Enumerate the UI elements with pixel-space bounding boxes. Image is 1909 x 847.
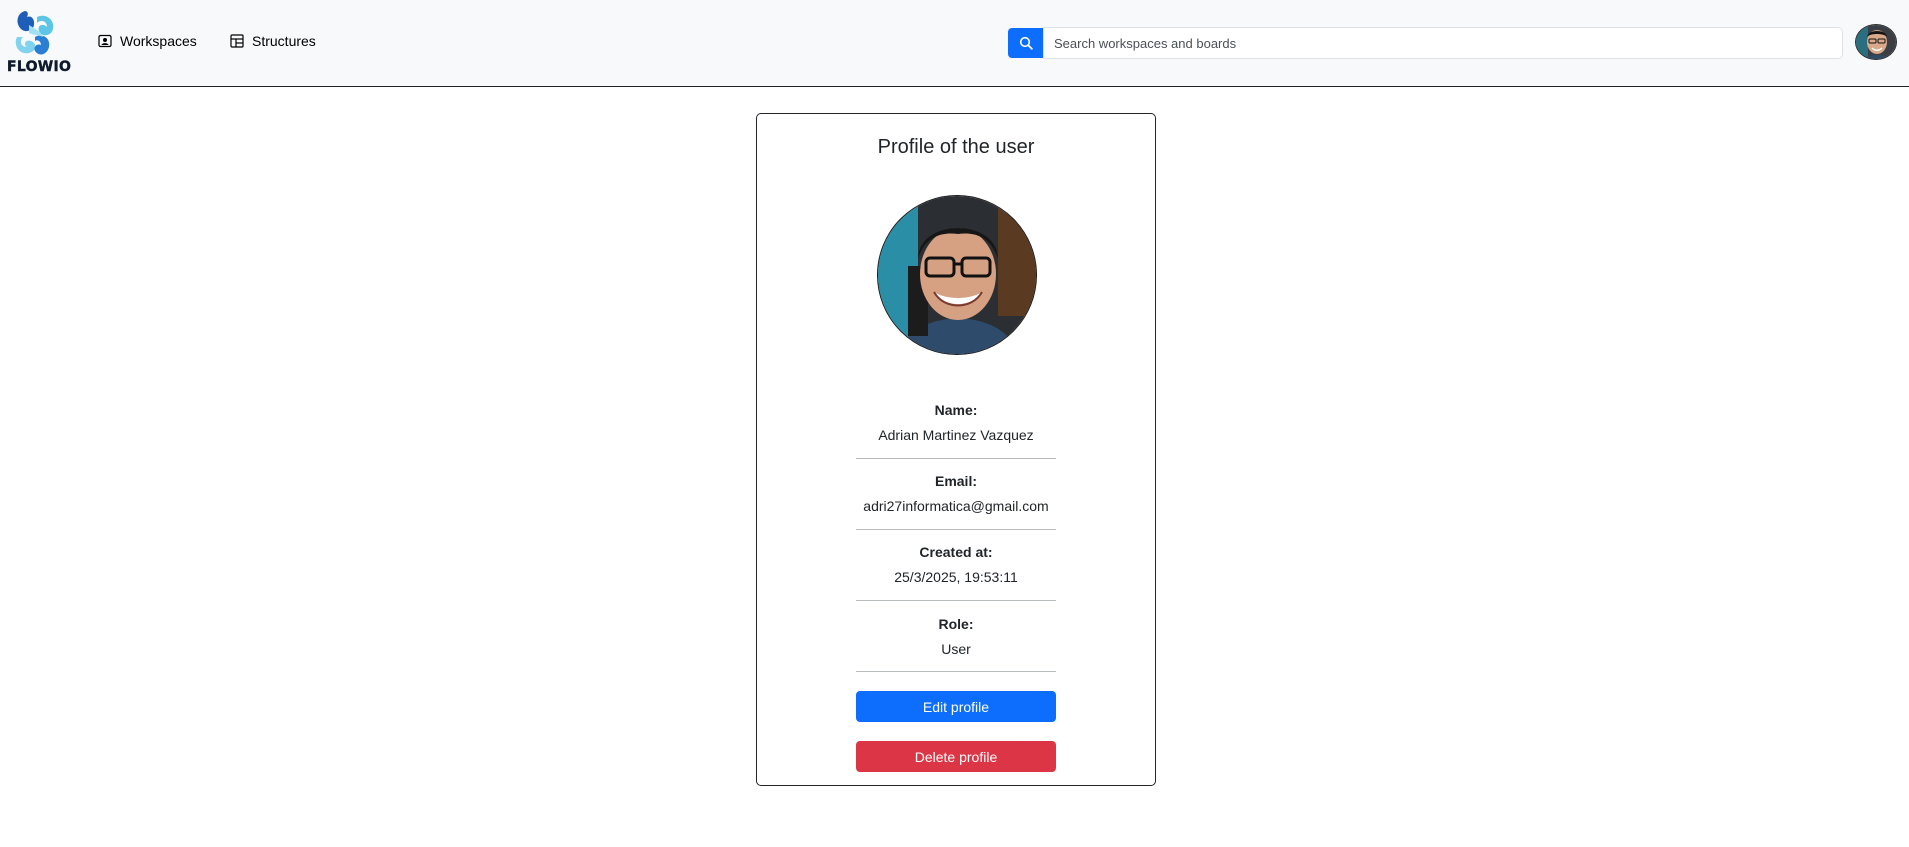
person-badge-icon: [98, 34, 112, 48]
field-label: Email:: [934, 473, 977, 489]
field-label: Name:: [934, 402, 978, 418]
user-avatar-image: [1856, 25, 1896, 59]
profile-card: Profile of the user Name: Adrian Martine…: [756, 113, 1156, 786]
field-label: Role:: [938, 616, 974, 632]
divider: [856, 600, 1056, 601]
layout-icon: [230, 34, 244, 48]
profile-field-email: Email: adri27informatica@gmail.com: [856, 471, 1056, 516]
navbar: FLOWIO Workspaces Structures: [0, 0, 1909, 87]
nav-workspaces-label: Workspaces: [120, 33, 197, 49]
field-value: adri27informatica@gmail.com: [863, 498, 1049, 514]
profile-photo-image: [878, 196, 1036, 354]
nav-workspaces[interactable]: Workspaces: [98, 31, 197, 51]
page-title: Profile of the user: [877, 136, 1035, 158]
nav-structures[interactable]: Structures: [230, 31, 316, 51]
profile-field-name: Name: Adrian Martinez Vazquez: [856, 400, 1056, 445]
delete-profile-button[interactable]: Delete profile: [856, 741, 1056, 772]
logo-text: FLOWIO: [7, 59, 72, 75]
search-icon: [1019, 36, 1033, 50]
field-value: Adrian Martinez Vazquez: [878, 427, 1034, 443]
field-label: Created at:: [919, 544, 993, 560]
edit-profile-button[interactable]: Edit profile: [856, 691, 1056, 722]
field-value: 25/3/2025, 19:53:11: [894, 569, 1018, 585]
profile-field-created-at: Created at: 25/3/2025, 19:53:11: [856, 542, 1056, 587]
profile-photo: [877, 195, 1037, 355]
nav-structures-label: Structures: [252, 33, 316, 49]
divider: [856, 529, 1056, 530]
divider: [856, 671, 1056, 672]
flowio-logo[interactable]: FLOWIO: [7, 7, 72, 77]
search-button[interactable]: [1008, 28, 1044, 58]
profile-field-role: Role: User: [856, 614, 1056, 659]
field-value: User: [941, 641, 971, 657]
user-avatar[interactable]: [1855, 24, 1897, 60]
flowio-logo-icon: [15, 11, 54, 55]
divider: [856, 458, 1056, 459]
search-input[interactable]: [1043, 27, 1843, 59]
